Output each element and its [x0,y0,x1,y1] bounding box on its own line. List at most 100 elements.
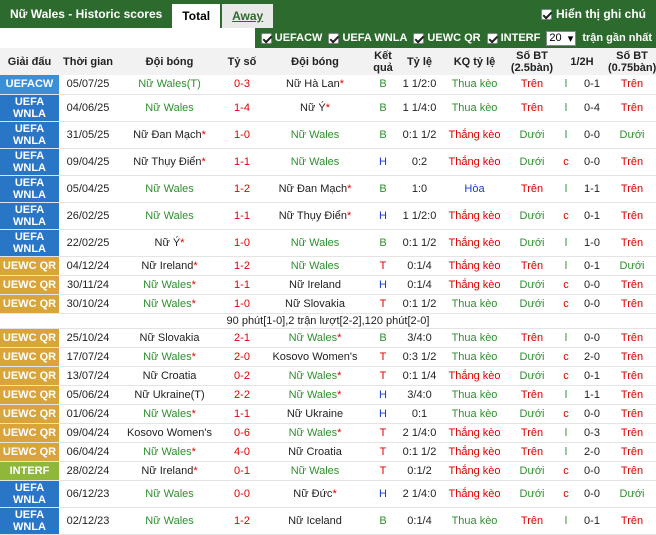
tab-away[interactable]: Away [222,4,274,28]
team-name[interactable]: Nữ Croatia [143,370,197,382]
league-badge[interactable]: UEWC QR [0,366,59,386]
match-score[interactable]: 2-1 [222,328,262,348]
league-badge[interactable]: UEFA WNLA [0,507,59,535]
match-score[interactable]: 1-2 [222,507,262,535]
team-name[interactable]: Nữ Ý [155,237,181,249]
show-notes-toggle[interactable]: Hiển thị ghi chú [541,7,646,21]
away-team[interactable]: Nữ Slovakia [262,294,368,314]
match-score[interactable]: 2-0 [222,347,262,367]
match-score[interactable]: 0-3 [222,75,262,95]
away-team[interactable]: Nữ Ý* [262,94,368,122]
team-name[interactable]: Nữ Wales [289,332,338,344]
team-name[interactable]: Nữ Ireland [141,465,193,477]
match-score[interactable]: 4-0 [222,442,262,462]
match-score[interactable]: 0-6 [222,423,262,443]
team-name[interactable]: Nữ Wales [291,156,340,168]
filter-uefa-wnla[interactable]: UEFA WNLA [328,32,407,44]
checkbox-icon[interactable] [328,32,340,44]
team-name[interactable]: Nữ Ukraine [287,408,343,420]
match-score[interactable]: 1-1 [222,404,262,424]
team-name[interactable]: Kosovo Women's [127,427,212,439]
team-name[interactable]: Nữ Wales [289,389,338,401]
team-name[interactable]: Nữ Ireland [141,260,193,272]
team-name[interactable]: Nữ Wales [145,102,194,114]
match-score[interactable]: 0-1 [222,461,262,481]
team-name[interactable]: Nữ Wales [145,210,194,222]
team-name[interactable]: Nữ Wales [289,370,338,382]
match-score[interactable]: 1-0 [222,294,262,314]
home-team[interactable]: Nữ Wales* [117,442,222,462]
league-badge[interactable]: UEWC QR [0,294,59,314]
match-count-select[interactable]: 20 ▾ [546,30,577,46]
league-badge[interactable]: UEWC QR [0,423,59,443]
match-score[interactable]: 2-2 [222,385,262,405]
match-score[interactable]: 0-0 [222,480,262,508]
filter-uewc-qr[interactable]: UEWC QR [413,32,481,44]
team-name[interactable]: Nữ Slovakia [285,298,345,310]
league-badge[interactable]: INTERF [0,461,59,481]
team-name[interactable]: Nữ Đức [293,488,332,500]
team-name[interactable]: Nữ Iceland [288,515,342,527]
filter-uefacw[interactable]: UEFACW [260,32,322,44]
away-team[interactable]: Nữ Wales [262,148,368,176]
match-score[interactable]: 1-2 [222,175,262,203]
home-team[interactable]: Nữ Slovakia [117,328,222,348]
team-name[interactable]: Nữ Wales [291,465,340,477]
home-team[interactable]: Nữ Wales [117,94,222,122]
team-name[interactable]: Nữ Wales [143,408,192,420]
away-team[interactable]: Nữ Wales* [262,385,368,405]
checkbox-icon[interactable] [486,32,498,44]
league-badge[interactable]: UEWC QR [0,256,59,276]
filter-interf[interactable]: INTERF [486,32,540,44]
home-team[interactable]: Nữ Croatia [117,366,222,386]
match-score[interactable]: 1-1 [222,148,262,176]
away-team[interactable]: Nữ Wales [262,229,368,257]
match-score[interactable]: 1-1 [222,275,262,295]
away-team[interactable]: Nữ Đan Mạch* [262,175,368,203]
match-score[interactable]: 1-0 [222,121,262,149]
team-name[interactable]: Nữ Slovakia [140,332,200,344]
checkbox-icon[interactable] [260,32,272,44]
team-name[interactable]: Nữ Wales [143,351,192,363]
team-name[interactable]: Nữ Wales [143,446,192,458]
team-name[interactable]: Nữ Wales [291,260,340,272]
team-name[interactable]: Nữ Croatia [288,446,342,458]
league-badge[interactable]: UEFA WNLA [0,480,59,508]
home-team[interactable]: Nữ Wales [117,202,222,230]
league-badge[interactable]: UEWC QR [0,385,59,405]
home-team[interactable]: Nữ Wales [117,480,222,508]
team-name[interactable]: Nữ Đan Mạch [279,183,348,195]
away-team[interactable]: Nữ Hà Lan* [262,75,368,95]
away-team[interactable]: Nữ Wales [262,121,368,149]
away-team[interactable]: Nữ Ireland [262,275,368,295]
team-name[interactable]: Nữ Ireland [289,279,341,291]
away-team[interactable]: Nữ Croatia [262,442,368,462]
team-name[interactable]: Nữ Ý [300,102,326,114]
checkbox-icon[interactable] [541,8,552,20]
team-name[interactable]: Nữ Wales [291,237,340,249]
home-team[interactable]: Nữ Ý* [117,229,222,257]
home-team[interactable]: Kosovo Women's [117,423,222,443]
team-name[interactable]: Nữ Ukraine(T) [134,389,204,401]
team-name[interactable]: Nữ Wales [289,427,338,439]
away-team[interactable]: Nữ Ukraine [262,404,368,424]
home-team[interactable]: Nữ Ireland* [117,461,222,481]
team-name[interactable]: Nữ Đan Mạch [133,129,202,141]
team-name[interactable]: Kosovo Women's [272,351,357,363]
away-team[interactable]: Nữ Đức* [262,480,368,508]
match-score[interactable]: 1-1 [222,202,262,230]
league-badge[interactable]: UEFA WNLA [0,202,59,230]
team-name[interactable]: Nữ Wales [143,298,192,310]
team-name[interactable]: Nữ Wales [145,183,194,195]
league-badge[interactable]: UEWC QR [0,347,59,367]
team-name[interactable]: Nữ Hà Lan [286,78,340,90]
team-name[interactable]: Nữ Wales(T) [138,78,201,90]
home-team[interactable]: Nữ Ireland* [117,256,222,276]
team-name[interactable]: Nữ Wales [145,488,194,500]
league-badge[interactable]: UEFA WNLA [0,229,59,257]
match-score[interactable]: 1-2 [222,256,262,276]
away-team[interactable]: Nữ Iceland [262,507,368,535]
league-badge[interactable]: UEFACW [0,75,59,95]
home-team[interactable]: Nữ Đan Mạch* [117,121,222,149]
home-team[interactable]: Nữ Wales* [117,294,222,314]
